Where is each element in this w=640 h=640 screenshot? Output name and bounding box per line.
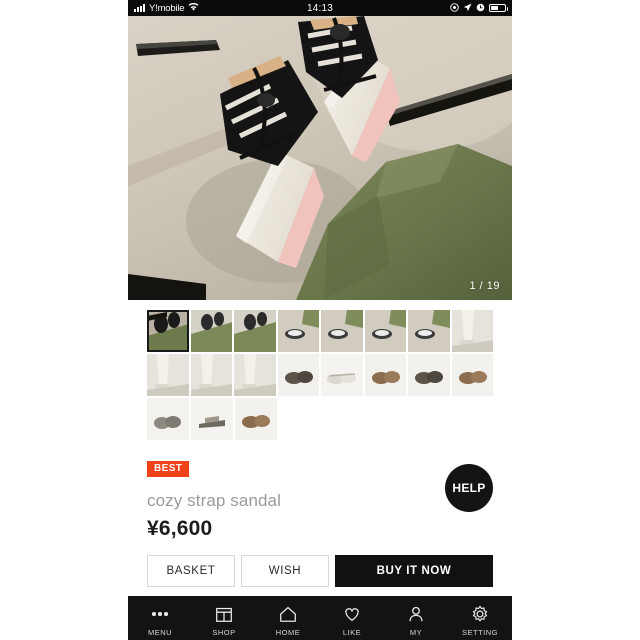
nav-item-label: MY (409, 628, 423, 637)
nav-item-label: LIKE (342, 628, 362, 637)
thumbnail-thumb-15[interactable] (408, 354, 450, 396)
thumbnail-thumb-7[interactable] (408, 310, 450, 352)
alarm-clock-icon (476, 3, 485, 14)
status-bar: Y!mobile 14:13 (128, 0, 512, 16)
hero-illustration (128, 16, 512, 300)
thumbnail-thumb-18[interactable] (191, 398, 233, 440)
help-button[interactable]: HELP (445, 464, 493, 512)
thumbnail-thumb-8[interactable] (451, 310, 493, 352)
heart-icon (342, 604, 362, 624)
thumbnail-thumb-12[interactable] (277, 354, 319, 396)
thumbnail-thumb-6[interactable] (364, 310, 406, 352)
image-counter: 1 / 19 (469, 280, 500, 292)
thumbnail-thumb-10[interactable] (190, 354, 232, 396)
location-arrow-icon (463, 3, 472, 14)
phone-viewport: Y!mobile 14:13 1 / 19 BEST cozy strap sa… (128, 0, 512, 640)
status-badge: BEST (147, 461, 190, 477)
nav-item-label: SHOP (212, 628, 236, 637)
nav-item-home[interactable]: HOME (256, 604, 320, 637)
thumbnail-thumb-19[interactable] (235, 398, 277, 440)
screenshot-root: Y!mobile 14:13 1 / 19 BEST cozy strap sa… (0, 0, 640, 640)
gear-icon (470, 604, 490, 624)
thumbnail-grid (128, 300, 512, 440)
product-hero-image[interactable]: 1 / 19 (128, 16, 512, 300)
thumbnail-thumb-13[interactable] (321, 354, 363, 396)
thumbnail-thumb-4[interactable] (277, 310, 319, 352)
thumbnail-thumb-9[interactable] (147, 354, 189, 396)
nav-item-menu[interactable]: MENU (128, 604, 192, 637)
product-name: cozy strap sandal (147, 491, 281, 510)
nav-item-my[interactable]: MY (384, 604, 448, 637)
person-icon (406, 604, 426, 624)
buy-it-now-button[interactable]: BUY IT NOW (335, 555, 493, 587)
thumbnail-thumb-3[interactable] (234, 310, 276, 352)
thumbnail-thumb-2[interactable] (190, 310, 232, 352)
thumbnail-row (147, 310, 493, 352)
wish-button[interactable]: WISH (241, 555, 329, 587)
nav-item-label: SETTING (461, 628, 498, 637)
status-bar-right (450, 2, 508, 14)
nav-item-setting[interactable]: SETTING (448, 604, 512, 637)
thumbnail-thumb-14[interactable] (364, 354, 406, 396)
thumbnail-thumb-17[interactable] (147, 398, 189, 440)
rotation-lock-icon (450, 2, 459, 14)
basket-button[interactable]: BASKET (147, 555, 235, 587)
thumbnail-thumb-1[interactable] (147, 310, 189, 352)
nav-item-like[interactable]: LIKE (320, 604, 384, 637)
thumbnail-row (147, 354, 493, 396)
three-dots-icon (150, 604, 170, 624)
bottom-navigation-bar: MENU SHOP HOME LIKE MY SETTING (128, 596, 512, 640)
thumbnail-thumb-5[interactable] (321, 310, 363, 352)
store-icon (214, 604, 234, 624)
home-icon (278, 604, 298, 624)
nav-item-label: HOME (275, 628, 301, 637)
nav-item-label: MENU (147, 628, 173, 637)
thumbnail-thumb-16[interactable] (451, 354, 493, 396)
product-price: ¥6,600 (147, 517, 213, 540)
thumbnail-thumb-11[interactable] (234, 354, 276, 396)
battery-icon (489, 4, 508, 12)
thumbnail-row (147, 398, 493, 440)
product-info: BEST cozy strap sandal ¥6,600 HELP (128, 442, 512, 541)
nav-item-shop[interactable]: SHOP (192, 604, 256, 637)
action-button-bar: BASKET WISH BUY IT NOW (128, 541, 512, 587)
